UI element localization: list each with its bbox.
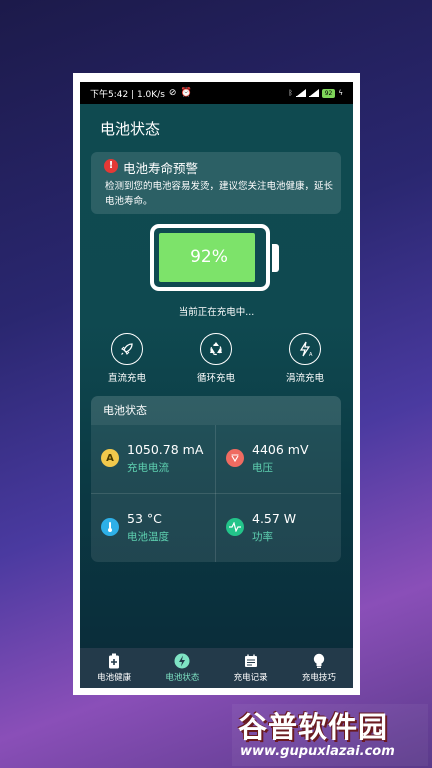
bolt-circle-icon [148, 653, 216, 669]
tab-label: 充电技巧 [301, 673, 336, 683]
battery-cap [272, 244, 279, 272]
recycle-icon [200, 333, 232, 365]
battery-status-icon: 92 [321, 88, 336, 98]
battery-status-panel: 电池状态 A 1050.78 mA 充电电流 4406 mV 电压 53 °C [91, 396, 341, 562]
metric-value: 4406 mV [252, 442, 309, 457]
watermark-url: www.gupuxlazai.com [240, 744, 395, 759]
tab-label: 电池状态 [165, 673, 200, 683]
battery-graphic: 92% [150, 224, 279, 291]
tab-battery-status[interactable]: 电池状态 [148, 648, 216, 688]
metric-current: A 1050.78 mA 充电电流 [91, 425, 215, 493]
warning-body: 检测到您的电池容易发烫，建议您关注电池健康，延长电池寿命。 [105, 181, 334, 207]
app-screen: 下午5:42 | 1.0K/s ⊘ ⏰ ᛒ 92 ϟ 电池状态 ! 电池寿命预警… [80, 82, 353, 688]
metric-power: 4.57 W 功率 [216, 494, 340, 562]
mode-cycle-charge[interactable]: 循环充电 [181, 333, 251, 384]
tab-charge-tips[interactable]: 充电技巧 [285, 648, 353, 688]
metric-value: 1050.78 mA [127, 442, 204, 457]
svg-text:A: A [309, 352, 313, 357]
metric-voltage: 4406 mV 电压 [216, 425, 340, 493]
page-title: 电池状态 [100, 120, 161, 138]
metric-value: 4.57 W [252, 511, 297, 526]
status-bar: 下午5:42 | 1.0K/s ⊘ ⏰ ᛒ 92 ϟ [80, 82, 353, 104]
alarm-icon: ⏰ [180, 88, 192, 98]
battery-plus-icon [80, 653, 148, 669]
watermark-brand: 谷普软件园 [238, 710, 389, 744]
battery-percent: 92% [190, 247, 228, 267]
calendar-icon [217, 653, 285, 669]
mode-trickle-charge[interactable]: A 涓流充电 [270, 333, 340, 384]
metric-label: 电池温度 [127, 531, 169, 543]
bottom-tab-bar: 电池健康 电池状态 充电记录 充电技巧 [80, 648, 353, 688]
charging-status: 当前正在充电中... [178, 307, 255, 318]
watermark: 谷普软件园 www.gupuxlazai.com [232, 704, 428, 766]
voltage-icon [226, 449, 244, 467]
tab-label: 充电记录 [233, 673, 268, 683]
signal-icon [308, 89, 319, 97]
metric-temperature: 53 °C 电池温度 [91, 494, 215, 562]
mode-label: 直流充电 [107, 373, 146, 384]
metric-label: 充电电流 [127, 462, 169, 474]
metric-label: 电压 [252, 462, 273, 474]
metric-label: 功率 [252, 531, 273, 543]
alert-icon: ! [104, 159, 118, 173]
charging-icon: ϟ [338, 89, 343, 97]
panel-title: 电池状态 [91, 396, 341, 425]
bolt-icon: A [289, 333, 321, 365]
mode-label: 涓流充电 [285, 373, 324, 384]
bluetooth-icon: ᛒ [288, 89, 293, 97]
warning-title: 电池寿命预警 [123, 161, 199, 176]
bulb-icon [285, 653, 353, 669]
signal-icon [295, 89, 306, 97]
rocket-icon [111, 333, 143, 365]
mode-dc-charge[interactable]: 直流充电 [92, 333, 162, 384]
charge-modes: 直流充电 循环充电 A 涓流充电 [80, 333, 353, 393]
warning-card[interactable]: ! 电池寿命预警 检测到您的电池容易发烫，建议您关注电池健康，延长电池寿命。 [91, 152, 341, 214]
tab-charge-records[interactable]: 充电记录 [217, 648, 285, 688]
mute-icon: ⊘ [168, 88, 177, 98]
current-icon: A [101, 449, 119, 467]
tab-battery-health[interactable]: 电池健康 [80, 648, 148, 688]
mode-label: 循环充电 [196, 373, 235, 384]
tab-label: 电池健康 [97, 673, 132, 683]
metric-value: 53 °C [127, 511, 162, 526]
thermometer-icon [101, 518, 119, 536]
status-time: 下午5:42 | 1.0K/s [90, 89, 165, 100]
power-icon [226, 518, 244, 536]
metrics-grid: A 1050.78 mA 充电电流 4406 mV 电压 53 °C 电池温度 [91, 425, 341, 562]
